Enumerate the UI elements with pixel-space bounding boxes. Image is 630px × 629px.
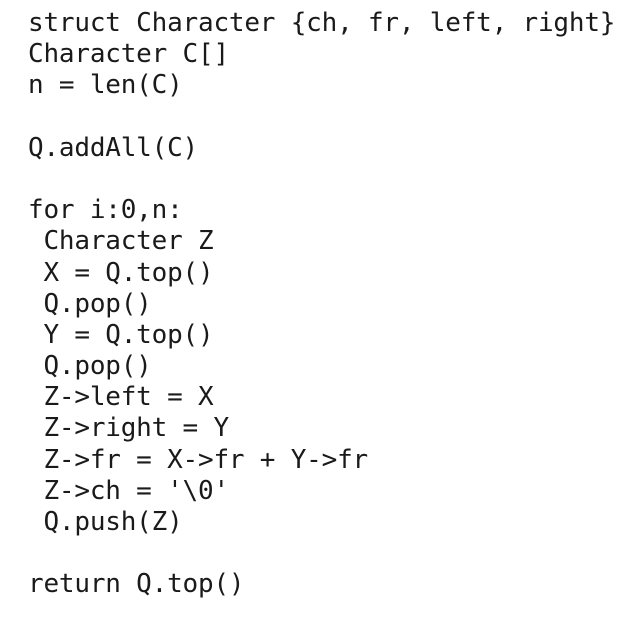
code-line-array-decl: Character C[] [28,39,229,70]
code-line-z-right: Z->right = Y [28,413,229,444]
code-line-struct-decl: struct Character {ch, fr, left, right} [28,8,616,38]
code-line-x-top: X = Q.top() [28,257,214,288]
code-line-z-left: Z->left = X [28,382,214,413]
code-line-declare-z: Character Z [28,226,214,257]
code-line-push: Q.push(Z) [28,507,183,537]
code-line-z-fr: Z->fr = X->fr + Y->fr [28,444,368,475]
code-line-pop-2: Q.pop() [28,351,152,382]
pseudocode-block: struct Character {ch, fr, left, right} C… [28,8,615,601]
code-line-y-top: Y = Q.top() [28,319,214,350]
code-line-length: n = len(C) [28,70,183,101]
code-line-add-all: Q.addAll(C) [28,132,198,163]
code-line-for-loop: for i:0,n: [28,195,183,226]
code-line-pop-1: Q.pop() [28,288,152,319]
code-line-z-ch: Z->ch = '\0' [28,475,229,506]
code-line-return: return Q.top() [28,569,245,600]
